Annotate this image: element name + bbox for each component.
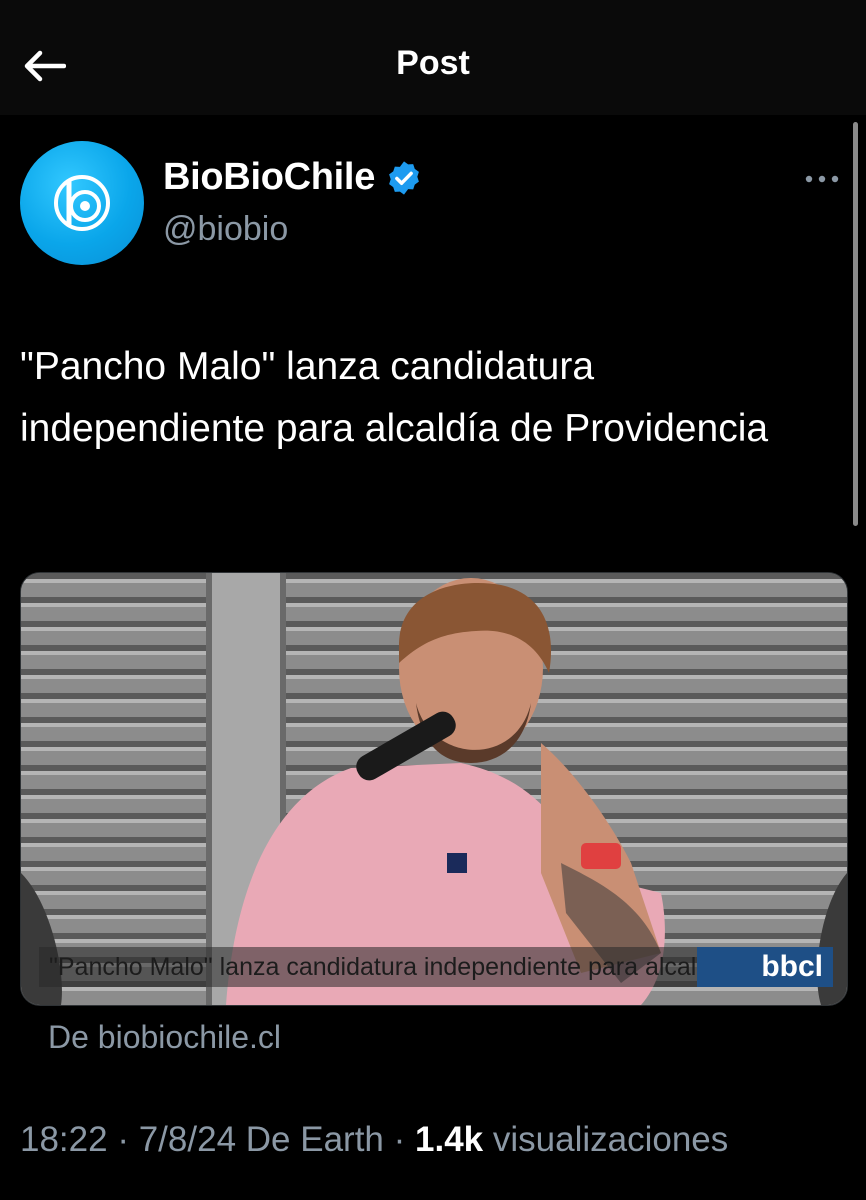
author-name-row[interactable]: BioBioChile [163,156,423,199]
views-label: visualizaciones [492,1120,729,1159]
post-meta: 18:22 · 7/8/24 De Earth · 1.4k visualiza… [20,1120,728,1160]
scrollbar[interactable] [853,122,858,526]
views-count[interactable]: 1.4k [415,1120,483,1159]
media-card[interactable]: "Pancho Malo" lanza candidatura independ… [20,572,848,1006]
verified-badge-icon [389,160,419,195]
post-via: De Earth [245,1120,384,1159]
page-title: Post [396,44,470,82]
news-photo [21,573,847,1005]
media-badge: bbcl [697,947,833,987]
meta-separator: · [117,1120,139,1159]
biobio-logo-icon [54,175,110,231]
more-horizontal-icon [805,175,839,183]
badge-text: bbcl [761,950,823,983]
avatar[interactable] [20,141,144,265]
meta-separator: · [393,1120,416,1159]
author-name[interactable]: BioBioChile [163,156,375,199]
top-bar: Post [0,0,866,115]
post-time[interactable]: 18:22 [20,1120,108,1159]
post-text: "Pancho Malo" lanza candidatura independ… [20,345,769,450]
source-link[interactable]: De biobiochile.cl [48,1019,281,1056]
more-options-button[interactable] [802,164,842,194]
post-date[interactable]: 7/8/24 [139,1120,236,1159]
author-handle[interactable]: @biobio [163,210,288,249]
